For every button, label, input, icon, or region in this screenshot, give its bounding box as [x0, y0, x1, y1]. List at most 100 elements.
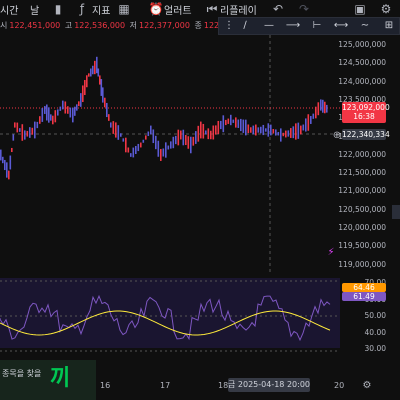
time-tick: 18 — [218, 381, 229, 390]
price-tick: 119,500,000 — [338, 241, 386, 251]
banner-text: 종목을 찾을 — [2, 369, 42, 378]
candle — [265, 128, 267, 132]
fullscreen-icon[interactable]: ▣ — [352, 1, 368, 17]
candle — [52, 115, 54, 125]
candle — [262, 124, 265, 136]
rsi-tick: 30.00 — [364, 344, 386, 353]
candle — [132, 147, 135, 158]
candle — [285, 130, 287, 138]
candle — [137, 143, 140, 152]
candle — [74, 106, 76, 116]
candle — [88, 73, 90, 77]
alert-button[interactable]: 얼러트 — [164, 2, 192, 17]
chart-settings-icon[interactable]: ⚙ — [360, 379, 374, 393]
candle — [102, 87, 104, 103]
price-tick: 124,500,000 — [338, 58, 386, 68]
candles-icon[interactable]: ▮ — [50, 1, 66, 17]
candle — [100, 79, 103, 96]
replay-icon[interactable]: ⏮ — [204, 1, 220, 17]
candle — [190, 136, 192, 154]
candle — [142, 139, 145, 143]
settings-icon[interactable]: ⚙ — [378, 1, 394, 17]
indicators-icon[interactable]: ƒ — [74, 1, 90, 17]
candle — [57, 109, 59, 116]
candle — [76, 104, 78, 111]
candle — [140, 142, 142, 148]
brush-icon[interactable]: ∼ — [357, 19, 373, 33]
candle — [150, 125, 152, 135]
candle — [11, 147, 13, 153]
drag-handle-icon[interactable]: ⋮ — [221, 19, 237, 33]
horizontal-line-icon[interactable]: — — [261, 19, 277, 33]
ray-icon[interactable]: ⟶ — [285, 19, 301, 33]
promo-banner[interactable]: 종목을 찾을 끼 — [0, 360, 96, 400]
candle — [96, 56, 98, 74]
candle — [280, 128, 282, 142]
lightning-icon[interactable]: ⚡ — [324, 246, 338, 260]
open-label: 시 — [0, 21, 8, 30]
candle — [127, 147, 130, 153]
candle — [267, 123, 270, 137]
candle — [295, 123, 297, 140]
candle — [94, 60, 96, 75]
low-label: 저 — [129, 21, 138, 30]
price-tick: 120,500,000 — [338, 204, 386, 214]
candle — [170, 141, 172, 149]
drawing-toolbar: ⋮ ∕ — ⟶ ⊢ ⟷ ∼ ⊞ — [218, 17, 400, 35]
horizontal-ray-icon[interactable]: ⊢ — [309, 19, 325, 33]
time-tick: 20 — [334, 381, 345, 390]
candle — [62, 100, 64, 110]
price-chart[interactable] — [0, 35, 340, 273]
candle — [222, 115, 225, 133]
candle — [21, 124, 24, 141]
price-tick: 121,500,000 — [338, 168, 386, 178]
replay-button[interactable]: 리플레이 — [220, 2, 257, 17]
candle — [200, 121, 202, 139]
candle — [240, 118, 242, 132]
extended-line-icon[interactable]: ⟷ — [333, 19, 349, 33]
alarm-clock-icon[interactable]: ⏰ — [148, 1, 164, 17]
trend-line-icon[interactable]: ∕ — [237, 19, 253, 33]
candle — [242, 119, 245, 133]
layout-grid-icon[interactable]: ▦ — [116, 1, 132, 17]
candle — [130, 153, 132, 157]
candle — [12, 134, 15, 141]
candle — [277, 132, 280, 136]
candle — [31, 127, 34, 135]
redo-icon[interactable]: ↷ — [296, 1, 312, 17]
candle — [108, 114, 110, 121]
crosshair-time-label: 금 2025-04-18 20:00 — [228, 378, 310, 392]
indicators-button[interactable]: 지표 — [92, 2, 110, 17]
time-tick: 17 — [160, 381, 171, 390]
rsi-tick: 50.00 — [364, 311, 386, 320]
candle — [292, 126, 295, 139]
candle — [245, 119, 247, 136]
candle — [322, 99, 324, 113]
price-tick: 124,000,000 — [338, 76, 386, 86]
scroll-handle[interactable] — [392, 205, 400, 219]
add-alert-icon[interactable]: ⊕ — [330, 129, 344, 143]
candle — [237, 119, 240, 128]
candle — [26, 130, 29, 137]
candle — [72, 107, 74, 123]
candle — [48, 107, 50, 123]
cross-line-icon[interactable]: ⊞ — [381, 19, 397, 33]
price-tick: 122,000,000 — [338, 149, 386, 159]
timeframe-button[interactable]: 시간 — [0, 2, 18, 17]
undo-icon[interactable]: ↶ — [270, 1, 286, 17]
candle — [41, 108, 44, 122]
candle — [252, 125, 255, 135]
candle — [272, 129, 275, 134]
candle — [39, 116, 41, 124]
candle — [64, 101, 67, 114]
candle — [177, 129, 180, 146]
candle — [210, 130, 212, 140]
candle — [182, 129, 185, 146]
candle — [80, 93, 82, 107]
candle — [230, 114, 232, 126]
candle — [2, 156, 4, 164]
interval-button[interactable]: 날 — [30, 2, 39, 17]
candle — [86, 75, 88, 88]
candle — [97, 68, 100, 77]
candle — [120, 133, 122, 137]
